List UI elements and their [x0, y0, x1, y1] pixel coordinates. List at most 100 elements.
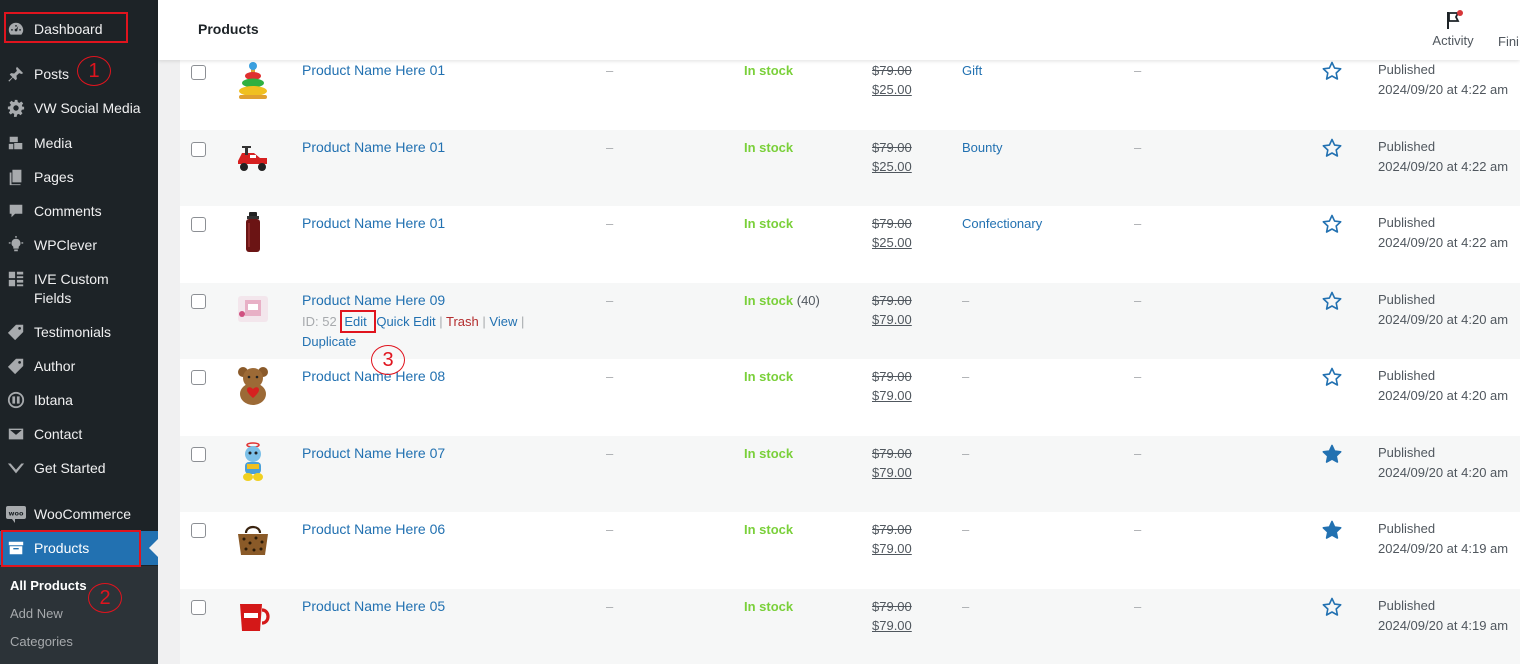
sidebar-item-vw-social-media[interactable]: VW Social Media	[0, 98, 158, 118]
featured-star-filled-icon[interactable]	[1322, 444, 1342, 464]
stock-label: In stock	[744, 293, 794, 308]
ibtana-icon	[6, 390, 26, 410]
submenu-add-new[interactable]: Add New	[10, 606, 63, 621]
product-name-link[interactable]: Product Name Here 01	[302, 62, 445, 78]
stock-label: In stock	[744, 369, 794, 384]
row-checkbox[interactable]	[191, 447, 206, 462]
featured-star-icon[interactable]	[1322, 291, 1342, 311]
row-checkbox[interactable]	[191, 217, 206, 232]
sidebar-item-label: Ibtana	[34, 392, 73, 408]
sale-price: $25.00	[872, 159, 912, 174]
row-checkbox[interactable]	[191, 600, 206, 615]
sidebar-item-contact[interactable]: Contact	[0, 424, 158, 444]
row-checkbox[interactable]	[191, 370, 206, 385]
chevron-down-icon	[6, 458, 26, 478]
regular-price: $79.00	[872, 446, 912, 461]
publish-date: 2024/09/20 at 4:20 am	[1378, 388, 1509, 403]
regular-price: $79.00	[872, 369, 912, 384]
sidebar-item-label: Testimonials	[34, 324, 112, 340]
finish-setup-label[interactable]: Fini	[1498, 34, 1519, 49]
stock-status: In stock	[744, 140, 793, 155]
sku-value: –	[606, 216, 614, 231]
row-checkbox[interactable]	[191, 294, 206, 309]
product-thumbnail[interactable]	[234, 61, 272, 101]
sidebar-item-get-started[interactable]: Get Started	[0, 458, 158, 478]
table-row: Product Name Here 01 – In stock $79.00 $…	[180, 130, 1520, 206]
product-name-link[interactable]: Product Name Here 01	[302, 215, 445, 231]
publish-date: 2024/09/20 at 4:22 am	[1378, 82, 1509, 97]
status-block: Published 2024/09/20 at 4:20 am	[1378, 443, 1508, 483]
product-name-link[interactable]: Product Name Here 01	[302, 139, 445, 155]
sidebar-item-label: Get Started	[34, 460, 106, 476]
status-label: Published	[1378, 598, 1436, 613]
activity-label: Activity	[1432, 33, 1474, 48]
sidebar-item-ive-custom-fields[interactable]: IVE Custom Fields	[0, 269, 158, 308]
product-thumbnail[interactable]	[234, 366, 272, 406]
sidebar-item-media[interactable]: Media	[0, 133, 158, 153]
stock-label: In stock	[744, 446, 794, 461]
sidebar-item-wpclever[interactable]: WPClever	[0, 235, 158, 255]
product-name-link[interactable]: Product Name Here 05	[302, 598, 445, 614]
category-link[interactable]: Confectionary	[962, 216, 1042, 231]
product-thumbnail[interactable]	[234, 519, 272, 559]
product-name-link[interactable]: Product Name Here 09	[302, 292, 445, 308]
sidebar-item-label: Author	[34, 358, 76, 374]
product-thumbnail[interactable]	[234, 289, 272, 329]
status-block: Published 2024/09/20 at 4:22 am	[1378, 60, 1508, 100]
current-menu-arrow	[149, 539, 158, 557]
sidebar-item-label: IVE Custom Fields	[34, 271, 109, 306]
tags-value: –	[1134, 599, 1142, 614]
featured-star-icon[interactable]	[1322, 138, 1342, 158]
row-checkbox[interactable]	[191, 65, 206, 80]
row-checkbox[interactable]	[191, 523, 206, 538]
product-thumbnail[interactable]	[234, 597, 272, 637]
category-link[interactable]: Bounty	[962, 140, 1002, 155]
product-thumbnail[interactable]	[234, 138, 272, 178]
sale-price: $79.00	[872, 541, 912, 556]
product-name-link[interactable]: Product Name Here 07	[302, 445, 445, 461]
submenu-categories[interactable]: Categories	[10, 634, 73, 649]
sidebar-item-woocommerce[interactable]: woo WooCommerce	[0, 504, 158, 524]
tags-value: –	[1134, 293, 1142, 308]
trash-link[interactable]: Trash	[446, 314, 479, 329]
sidebar-item-ibtana[interactable]: Ibtana	[0, 390, 158, 410]
sidebar-item-label: Posts	[34, 66, 70, 82]
woo-icon: woo	[6, 504, 26, 524]
annotation-box-edit	[340, 310, 376, 333]
sidebar-item-pages[interactable]: Pages	[0, 167, 158, 187]
status-label: Published	[1378, 62, 1436, 77]
submenu-all-products[interactable]: All Products	[10, 578, 87, 593]
stock-label: In stock	[744, 63, 794, 78]
separator: |	[439, 314, 443, 329]
publish-date: 2024/09/20 at 4:20 am	[1378, 312, 1509, 327]
regular-price: $79.00	[872, 522, 912, 537]
sku-value: –	[606, 140, 614, 155]
featured-star-filled-icon[interactable]	[1322, 520, 1342, 540]
sidebar-item-author[interactable]: Author	[0, 356, 158, 376]
category-link[interactable]: Gift	[962, 63, 982, 78]
sidebar-item-comments[interactable]: Comments	[0, 201, 158, 221]
stock-status: In stock	[744, 522, 793, 537]
featured-star-icon[interactable]	[1322, 61, 1342, 81]
row-checkbox[interactable]	[191, 142, 206, 157]
featured-star-icon[interactable]	[1322, 367, 1342, 387]
category-value: –	[962, 293, 970, 308]
activity-button[interactable]: Activity	[1430, 10, 1476, 48]
quick-edit-link[interactable]: Quick Edit	[376, 314, 435, 329]
category-value: –	[962, 446, 970, 461]
product-thumbnail[interactable]	[234, 442, 272, 482]
stock-status: In stock	[744, 216, 793, 231]
product-name-link[interactable]: Product Name Here 08	[302, 368, 445, 384]
product-thumbnail[interactable]	[234, 212, 272, 252]
sidebar-item-label: Pages	[34, 169, 74, 185]
sale-price: $79.00	[872, 388, 912, 403]
table-row: Product Name Here 05 – In stock $79.00 $…	[180, 589, 1520, 664]
status-label: Published	[1378, 215, 1436, 230]
featured-star-icon[interactable]	[1322, 597, 1342, 617]
product-name-link[interactable]: Product Name Here 06	[302, 521, 445, 537]
publish-date: 2024/09/20 at 4:19 am	[1378, 541, 1509, 556]
featured-star-icon[interactable]	[1322, 214, 1342, 234]
duplicate-link[interactable]: Duplicate	[302, 334, 356, 349]
sidebar-item-testimonials[interactable]: Testimonials	[0, 322, 158, 342]
view-link[interactable]: View	[489, 314, 517, 329]
